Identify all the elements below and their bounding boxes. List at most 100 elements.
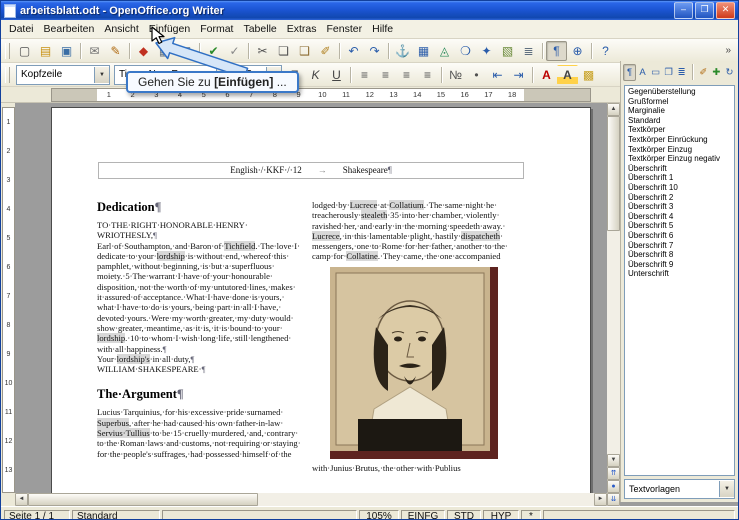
style-list-item[interactable]: Überschrift 9 [625, 260, 734, 270]
paragraph-style-combo[interactable]: Kopfzeile ▼ [16, 64, 110, 85]
previous-page-button[interactable]: ⇈ [607, 467, 620, 480]
hscroll-track[interactable] [28, 493, 594, 506]
increase-indent-button[interactable]: ⇥ [508, 65, 529, 85]
text-column-right[interactable]: lodged·​by·​Lucrece·​at·​Collatium.·​The… [312, 200, 522, 473]
status-page-style[interactable]: Standard [72, 509, 160, 519]
style-list-item[interactable]: Textkörper [625, 125, 734, 135]
menu-item[interactable]: Ansicht [99, 22, 143, 36]
style-list[interactable]: Gegenüberstellung Grußformel Marginalie Sta… [624, 85, 735, 476]
horizontal-scrollbar[interactable]: ◄ ► [15, 493, 607, 506]
minimize-button[interactable]: – [674, 2, 693, 19]
style-list-item[interactable]: Überschrift 7 [625, 241, 734, 251]
style-list-item[interactable]: Textkörper Einrückung [625, 135, 734, 145]
style-list-item[interactable]: Überschrift 1 [625, 173, 734, 183]
status-selection-mode[interactable]: STD [447, 509, 481, 519]
justify-button[interactable]: ≡ [417, 65, 438, 85]
undo-icon[interactable]: ↶ [343, 41, 364, 61]
align-center-button[interactable]: ≡ [375, 65, 396, 85]
italic-button[interactable]: K [305, 65, 326, 85]
style-list-item[interactable]: Grußformel [625, 97, 734, 107]
draw-functions-icon[interactable]: ◬ [434, 41, 455, 61]
decrease-indent-button[interactable]: ⇤ [487, 65, 508, 85]
status-page-number[interactable]: Seite 1 / 1 [4, 509, 70, 519]
align-right-button[interactable]: ≡ [396, 65, 417, 85]
new-document-icon[interactable]: ▢ [14, 41, 35, 61]
open-icon[interactable]: ▤ [35, 41, 56, 61]
style-group-combo[interactable]: Textvorlagen ▼ [624, 479, 735, 499]
combo-dropdown-icon[interactable]: ▼ [719, 481, 734, 497]
nonprinting-characters-icon[interactable]: ¶ [546, 40, 567, 61]
character-styles-icon[interactable]: A [636, 64, 649, 81]
style-list-item[interactable]: Überschrift 3 [625, 202, 734, 212]
style-list-item[interactable]: Überschrift 8 [625, 250, 734, 260]
numbering-button[interactable]: № [445, 65, 466, 85]
status-insert-mode[interactable]: EINFG [401, 509, 445, 519]
menu-item[interactable]: Fenster [322, 22, 368, 36]
find-replace-icon[interactable]: ❍ [455, 41, 476, 61]
close-button[interactable]: ✕ [716, 2, 735, 19]
style-list-item[interactable]: Überschrift 5 [625, 221, 734, 231]
maximize-button[interactable]: ❐ [695, 2, 714, 19]
style-list-item[interactable]: Marginalie [625, 106, 734, 116]
vscroll-track[interactable] [607, 116, 620, 454]
hyperlink-icon[interactable]: ⚓ [392, 41, 413, 61]
shakespeare-portrait-image[interactable] [330, 266, 498, 459]
table-icon[interactable]: ▦ [413, 41, 434, 61]
document-canvas[interactable]: English·​/·​KKF·​/·​12 → Shakespeare¶ Dedi… [15, 103, 607, 506]
help-icon[interactable]: ? [595, 41, 616, 61]
data-sources-icon[interactable]: ≣ [518, 41, 539, 61]
underline-button[interactable]: U [326, 65, 347, 85]
status-hyperlink-mode[interactable]: HYP [483, 509, 519, 519]
document-as-email-icon[interactable]: ✉ [84, 41, 105, 61]
style-list-item[interactable]: Textkörper Einzug [625, 145, 734, 155]
hscroll-thumb[interactable] [28, 493, 258, 506]
page-header[interactable]: English·​/·​KKF·​/·​12 → Shakespeare¶ [98, 162, 524, 179]
font-color-button[interactable]: A [536, 65, 557, 85]
style-list-item[interactable]: Überschrift 10 [625, 183, 734, 193]
vscroll-thumb[interactable] [607, 116, 620, 231]
update-style-icon[interactable]: ↻ [723, 64, 736, 81]
background-color-button[interactable]: ▩ [578, 65, 599, 85]
style-list-item[interactable]: Unterschrift [625, 269, 734, 279]
edit-file-icon[interactable]: ✎ [105, 41, 126, 61]
copy-icon[interactable]: ❏ [273, 41, 294, 61]
menu-item[interactable]: Extras [282, 22, 322, 36]
toolbar-overflow-icon[interactable]: » [721, 45, 735, 56]
vertical-scrollbar[interactable]: ▲ ▼ ⇈ ● ⇊ [607, 103, 620, 506]
redo-icon[interactable]: ↷ [364, 41, 385, 61]
menu-item[interactable]: Hilfe [367, 22, 398, 36]
style-list-item[interactable]: Standard [625, 116, 734, 126]
fill-format-mode-icon[interactable]: ✐ [697, 64, 710, 81]
vertical-ruler[interactable]: 1 2 3 4 5 6 7 8 9 10 11 12 13 [1, 103, 15, 506]
save-icon[interactable]: ▣ [56, 41, 77, 61]
list-styles-icon[interactable]: ≣ [675, 64, 688, 81]
toolbar-drag-handle[interactable] [5, 66, 10, 83]
style-list-item[interactable]: Gegenüberstellung [625, 87, 734, 97]
scroll-right-button[interactable]: ► [594, 493, 607, 506]
highlighting-button[interactable]: A [557, 64, 578, 85]
scroll-left-button[interactable]: ◄ [15, 493, 28, 506]
gallery-icon[interactable]: ▧ [497, 41, 518, 61]
navigator-icon[interactable]: ✦ [476, 41, 497, 61]
combo-dropdown-icon[interactable]: ▼ [94, 66, 109, 83]
style-list-item[interactable]: Überschrift 6 [625, 231, 734, 241]
navigation-button[interactable]: ● [607, 480, 620, 493]
style-list-item[interactable]: Überschrift [625, 164, 734, 174]
paragraph-styles-icon[interactable]: ¶ [623, 63, 637, 81]
page-styles-icon[interactable]: ❐ [662, 64, 675, 81]
new-style-from-selection-icon[interactable]: ✚ [710, 64, 723, 81]
status-zoom[interactable]: 105% [359, 509, 399, 519]
paste-icon[interactable]: ❑ [294, 41, 315, 61]
style-list-item[interactable]: Überschrift 2 [625, 193, 734, 203]
frame-styles-icon[interactable]: ▭ [649, 64, 662, 81]
format-paintbrush-icon[interactable]: ✐ [315, 41, 336, 61]
menu-item[interactable]: Datei [4, 22, 39, 36]
scroll-up-button[interactable]: ▲ [607, 103, 620, 116]
style-list-item[interactable]: Textkörper Einzug negativ [625, 154, 734, 164]
next-page-button[interactable]: ⇊ [607, 493, 620, 506]
scroll-down-button[interactable]: ▼ [607, 454, 620, 467]
align-left-button[interactable]: ≡ [354, 65, 375, 85]
toolbar-drag-handle[interactable] [5, 42, 10, 59]
document-page[interactable]: English·​/·​KKF·​/·​12 → Shakespeare¶ Dedi… [51, 107, 591, 506]
menu-item[interactable]: Bearbeiten [39, 22, 100, 36]
